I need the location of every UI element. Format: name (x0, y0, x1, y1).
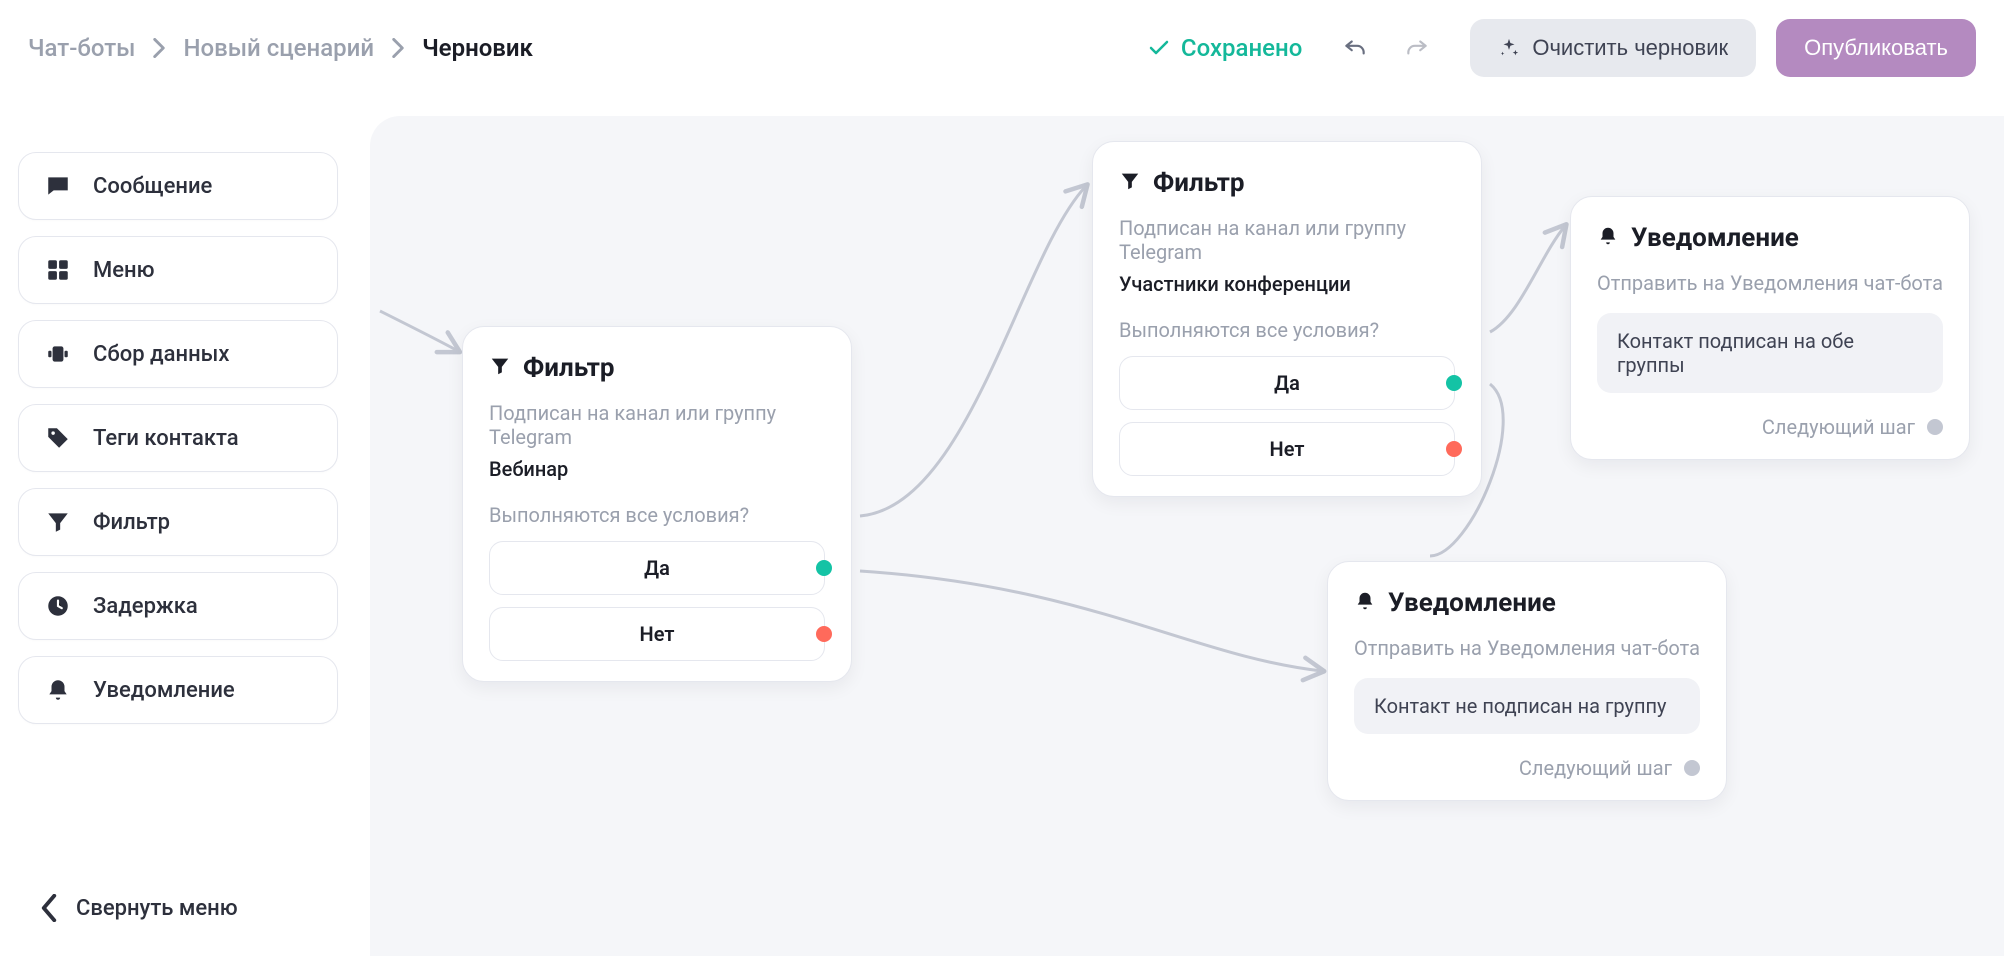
option-label: Нет (640, 622, 675, 646)
filter-icon (43, 509, 73, 535)
filter-no-option[interactable]: Нет (1119, 422, 1455, 476)
flow-node-notification-2[interactable]: Уведомление Отправить на Уведомления чат… (1327, 561, 1727, 801)
notification-message: Контакт не подписан на группу (1354, 678, 1700, 734)
grid-icon (43, 257, 73, 283)
sidebar-item-data-collection[interactable]: Сбор данных (18, 320, 338, 388)
next-step-label: Следующий шаг (1519, 756, 1672, 780)
node-title: Уведомление (1388, 588, 1556, 618)
sidebar-item-filter[interactable]: Фильтр (18, 488, 338, 556)
flow-node-filter-2[interactable]: Фильтр Подписан на канал или группу Tele… (1092, 141, 1482, 497)
next-step-row: Следующий шаг (1597, 415, 1943, 439)
flow-node-notification-1[interactable]: Уведомление Отправить на Уведомления чат… (1570, 196, 1970, 460)
filter-yes-option[interactable]: Да (489, 541, 825, 595)
undo-redo-group (1342, 35, 1430, 61)
collapse-sidebar-label: Свернуть меню (76, 896, 238, 921)
node-value: Участники конференции (1119, 272, 1455, 296)
option-label: Да (644, 556, 670, 580)
topbar: Чат-боты Новый сценарий Черновик Сохране… (0, 0, 2004, 96)
output-port-yes[interactable] (1446, 375, 1462, 391)
sparkle-icon (1498, 37, 1520, 59)
undo-button[interactable] (1342, 35, 1368, 61)
sidebar-item-message[interactable]: Сообщение (18, 152, 338, 220)
output-port-yes[interactable] (816, 560, 832, 576)
node-question: Выполняются все условия? (489, 503, 825, 527)
sidebar-item-label: Меню (93, 258, 154, 283)
saved-status: Сохранено (1147, 34, 1302, 62)
sidebar-item-notification[interactable]: Уведомление (18, 656, 338, 724)
bell-icon (1354, 590, 1376, 616)
sidebar-item-label: Уведомление (93, 678, 235, 703)
option-label: Нет (1270, 437, 1305, 461)
node-subtitle: Подписан на канал или группу Telegram (1119, 216, 1455, 264)
saved-status-label: Сохранено (1181, 34, 1302, 62)
breadcrumb-new-scenario[interactable]: Новый сценарий (183, 34, 374, 62)
node-value: Вебинар (489, 457, 825, 481)
publish-button[interactable]: Опубликовать (1776, 19, 1976, 77)
filter-yes-option[interactable]: Да (1119, 356, 1455, 410)
output-port-no[interactable] (1446, 441, 1462, 457)
sidebar: Сообщение Меню Сбор данных Теги контакта (18, 152, 338, 938)
node-question: Выполняются все условия? (1119, 318, 1455, 342)
bell-icon (1597, 225, 1619, 251)
clock-icon (43, 593, 73, 619)
redo-button[interactable] (1404, 35, 1430, 61)
sidebar-item-label: Фильтр (93, 510, 170, 535)
flow-canvas[interactable]: Фильтр Подписан на канал или группу Tele… (370, 116, 2004, 956)
chevron-right-icon (392, 38, 404, 58)
breadcrumb: Чат-боты Новый сценарий Черновик (28, 34, 533, 62)
message-icon (43, 173, 73, 199)
filter-no-option[interactable]: Нет (489, 607, 825, 661)
clear-draft-label: Очистить черновик (1532, 35, 1728, 61)
sidebar-item-label: Задержка (93, 594, 198, 619)
chevron-right-icon (153, 38, 165, 58)
breadcrumb-draft: Черновик (422, 34, 533, 62)
breadcrumb-chatbots[interactable]: Чат-боты (28, 34, 135, 62)
output-port-next[interactable] (1927, 419, 1943, 435)
node-subtitle: Подписан на канал или группу Telegram (489, 401, 825, 449)
node-title: Фильтр (523, 353, 615, 383)
flow-node-filter-1[interactable]: Фильтр Подписан на канал или группу Tele… (462, 326, 852, 682)
publish-label: Опубликовать (1804, 35, 1948, 61)
next-step-row: Следующий шаг (1354, 756, 1700, 780)
form-icon (43, 341, 73, 367)
node-subtitle: Отправить на Уведомления чат-бота (1597, 271, 1943, 295)
filter-icon (1119, 170, 1141, 196)
chevron-left-icon (40, 894, 58, 922)
node-title: Фильтр (1153, 168, 1245, 198)
output-port-next[interactable] (1684, 760, 1700, 776)
node-title: Уведомление (1631, 223, 1799, 253)
sidebar-item-label: Сообщение (93, 174, 212, 199)
node-subtitle: Отправить на Уведомления чат-бота (1354, 636, 1700, 660)
output-port-no[interactable] (816, 626, 832, 642)
sidebar-item-label: Сбор данных (93, 342, 229, 367)
sidebar-item-menu[interactable]: Меню (18, 236, 338, 304)
next-step-label: Следующий шаг (1762, 415, 1915, 439)
collapse-sidebar-button[interactable]: Свернуть меню (18, 878, 338, 938)
sidebar-item-label: Теги контакта (93, 426, 239, 451)
bell-icon (43, 677, 73, 703)
tag-icon (43, 425, 73, 451)
option-label: Да (1274, 371, 1300, 395)
filter-icon (489, 355, 511, 381)
notification-message: Контакт подписан на обе группы (1597, 313, 1943, 393)
clear-draft-button[interactable]: Очистить черновик (1470, 19, 1756, 77)
sidebar-item-tags[interactable]: Теги контакта (18, 404, 338, 472)
sidebar-item-delay[interactable]: Задержка (18, 572, 338, 640)
